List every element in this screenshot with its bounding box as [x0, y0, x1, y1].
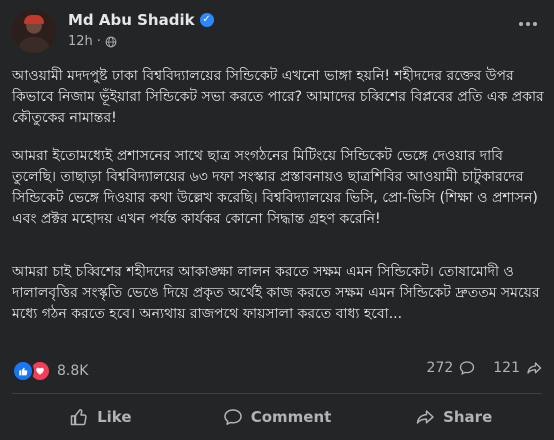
more-options-icon[interactable] — [512, 14, 544, 34]
author-row: Md Abu Shadik ✓ — [68, 11, 214, 29]
post-paragraph: আওয়ামী মদদপুষ্ট ঢাকা বিশ্ববিদ্যালয়ের স… — [12, 68, 544, 126]
verified-badge-icon: ✓ — [199, 13, 214, 27]
post-stats: 272 121 — [427, 360, 542, 376]
comment-icon — [223, 409, 242, 425]
reactions-summary[interactable]: 8.8K — [12, 360, 88, 382]
like-reaction-icon — [12, 360, 34, 382]
comment-count-icon — [460, 361, 475, 375]
meta-separator: · — [96, 34, 101, 49]
comment-stat[interactable]: 272 — [427, 360, 476, 376]
share-icon — [416, 410, 434, 424]
thumbs-up-icon — [70, 408, 87, 426]
facebook-post: Md Abu Shadik ✓ 12h · আওয়ামী মদদপুষ্ট ঢ… — [0, 0, 554, 440]
share-button[interactable]: Share — [365, 398, 542, 436]
like-button[interactable]: Like — [12, 398, 189, 436]
comment-count: 272 — [426, 360, 454, 376]
share-count: 121 — [493, 360, 520, 376]
reaction-count: 8.8K — [57, 363, 89, 379]
share-label: Share — [443, 408, 493, 426]
comment-button[interactable]: Comment — [189, 398, 366, 436]
avatar-body — [18, 37, 50, 53]
post-paragraph: আমরা চাই চব্বিশের শহীদদের আকাঙ্ক্ষা লালন… — [12, 264, 540, 322]
post-actions: Like Comment Share — [12, 398, 542, 436]
avatar-cap — [24, 15, 44, 24]
share-stat[interactable]: 121 — [493, 360, 542, 376]
comment-label: Comment — [250, 408, 332, 426]
share-count-icon — [527, 362, 542, 374]
like-label: Like — [97, 408, 132, 426]
author-avatar[interactable] — [12, 9, 56, 53]
post-paragraph: আমরা ইতোমধ্যেই প্রশাসনের সাথে ছাত্র সংগঠ… — [12, 148, 538, 227]
globe-icon[interactable] — [105, 36, 117, 48]
author-name[interactable]: Md Abu Shadik — [68, 11, 195, 29]
post-time[interactable]: 12h — [68, 34, 93, 49]
post-meta: 12h · — [68, 34, 117, 49]
actions-divider — [12, 393, 542, 394]
